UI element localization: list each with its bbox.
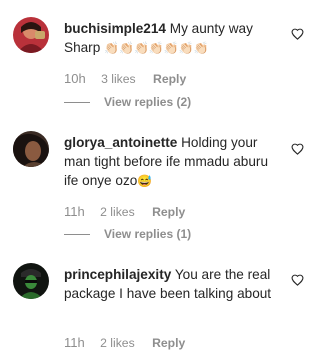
view-replies-button[interactable]: View replies (2) [64, 94, 191, 110]
heart-outline-icon[interactable] [291, 274, 304, 286]
comment-username[interactable]: princephilajexity [64, 267, 171, 282]
avatar[interactable] [13, 131, 49, 167]
comment-username[interactable]: glorya_antoinette [64, 135, 177, 150]
comment-likes[interactable]: 2 likes [100, 204, 135, 220]
comment-meta: 10h 3 likes Reply [64, 71, 186, 87]
comment-text: princephilajexity You are the real packa… [64, 265, 282, 303]
avatar[interactable] [13, 17, 49, 53]
heart-outline-icon[interactable] [291, 28, 304, 40]
comment-likes[interactable]: 2 likes [100, 335, 135, 351]
comment-timestamp[interactable]: 10h [64, 71, 86, 87]
divider-line [64, 234, 90, 236]
comment-meta: 11h 2 likes Reply [64, 335, 185, 351]
comment-text: buchisimple214 My aunty way Sharp 👏🏻👏🏻👏🏻… [64, 19, 282, 58]
view-replies-button[interactable]: View replies (1) [64, 226, 191, 242]
comment-emoji: 😅 [137, 174, 153, 188]
comment-timestamp[interactable]: 11h [64, 335, 85, 351]
view-replies-label: View replies (2) [104, 95, 192, 109]
view-replies-label: View replies (1) [104, 227, 192, 241]
comment-meta: 11h 2 likes Reply [64, 204, 185, 220]
divider-line [64, 102, 90, 104]
reply-button[interactable]: Reply [152, 335, 185, 351]
comment-text: glorya_antoinette Holding your man tight… [64, 133, 282, 191]
comment-username[interactable]: buchisimple214 [64, 21, 166, 36]
comment-timestamp[interactable]: 11h [64, 204, 85, 220]
comment-likes[interactable]: 3 likes [101, 71, 136, 87]
reply-button[interactable]: Reply [152, 204, 185, 220]
reply-button[interactable]: Reply [153, 71, 186, 87]
comment-emoji: 👏🏻👏🏻👏🏻👏🏻👏🏻👏🏻👏🏻 [104, 41, 209, 55]
avatar[interactable] [13, 263, 49, 299]
heart-outline-icon[interactable] [291, 143, 304, 155]
